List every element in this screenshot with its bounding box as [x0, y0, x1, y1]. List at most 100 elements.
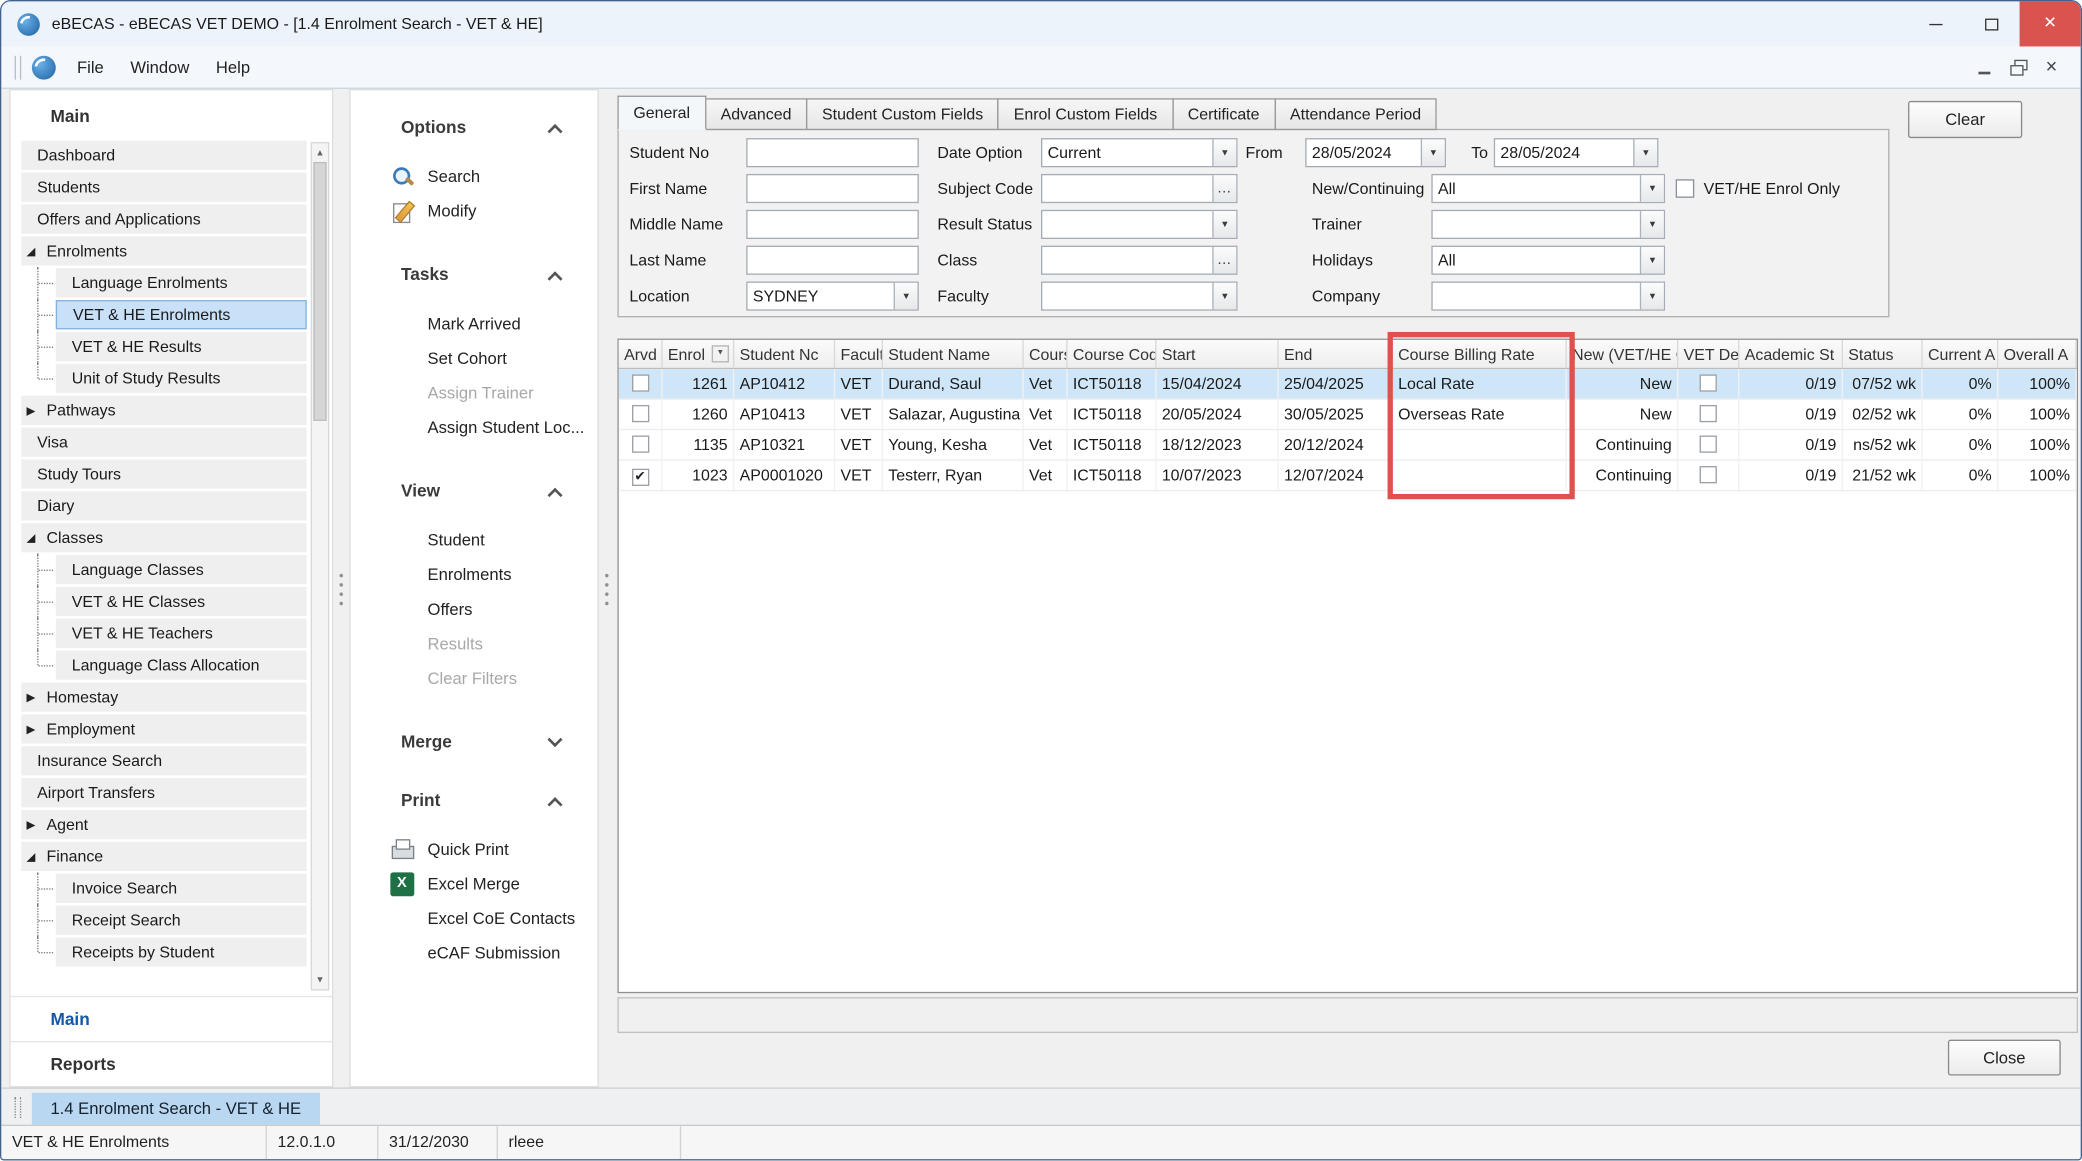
tabstrip-grip[interactable] — [15, 1097, 22, 1118]
grid-row-3[interactable]: 1135AP10321VETYoung, KeshaVetICT5011818/… — [619, 430, 2077, 461]
tab-general[interactable]: General — [617, 96, 706, 131]
splitter-actions[interactable] — [599, 89, 615, 1088]
tab-student-custom-fields[interactable]: Student Custom Fields — [806, 98, 999, 130]
tree-item-language-enrolments[interactable]: Language Enrolments — [21, 267, 306, 299]
action-student[interactable]: Student — [351, 523, 598, 558]
date-option-select[interactable]: Current▼ — [1041, 138, 1238, 167]
scrollbar-track[interactable] — [312, 162, 328, 971]
dropdown-arrow-icon[interactable]: ▼ — [1640, 175, 1664, 202]
grid-row-4[interactable]: ✔1023AP0001020VETTesterr, RyanVetICT5011… — [619, 461, 2077, 492]
first-name-input[interactable] — [746, 174, 919, 203]
arrived-checkbox[interactable] — [631, 405, 648, 422]
tree-item-receipt-search[interactable]: Receipt Search — [21, 904, 306, 936]
dropdown-arrow-icon[interactable]: ▼ — [894, 283, 918, 310]
scrollbar-thumb[interactable] — [313, 162, 326, 421]
tree-item-insurance-search[interactable]: Insurance Search — [21, 745, 306, 777]
menu-window[interactable]: Window — [117, 51, 203, 83]
scroll-up-icon[interactable]: ▲ — [312, 143, 328, 162]
grid-row-1[interactable]: 1261AP10412VETDurand, SaulVetICT5011815/… — [619, 369, 2077, 400]
column-header-current[interactable]: Current A — [1923, 340, 1999, 368]
mdi-restore-button[interactable] — [2008, 56, 2029, 77]
collapse-icon[interactable]: ◢ — [27, 849, 47, 864]
mdi-minimize-button[interactable] — [1974, 56, 1995, 77]
section-merge[interactable]: Merge — [351, 732, 598, 759]
section-view[interactable]: View — [351, 481, 598, 508]
action-mark-arrived[interactable]: Mark Arrived — [351, 307, 598, 342]
tab-certificate[interactable]: Certificate — [1172, 98, 1276, 130]
tree-item-agent[interactable]: ▶Agent — [21, 809, 306, 841]
scroll-down-icon[interactable]: ▼ — [312, 971, 328, 990]
column-header-billing[interactable]: Course Billing Rate — [1393, 340, 1567, 368]
action-modify[interactable]: Modify — [351, 194, 598, 229]
column-header-new_cont[interactable]: New (VET/HE C — [1567, 340, 1679, 368]
splitter-sidebar[interactable] — [333, 89, 349, 1088]
dropdown-arrow-icon[interactable]: ▼ — [1212, 139, 1236, 166]
to-date-select[interactable]: 28/05/2024▼ — [1494, 138, 1659, 167]
column-header-course_code[interactable]: Course Cod — [1068, 340, 1157, 368]
dropdown-arrow-icon[interactable]: ▼ — [1640, 283, 1664, 310]
section-print[interactable]: Print — [351, 790, 598, 817]
dropdown-arrow-icon[interactable]: ▼ — [1421, 139, 1445, 166]
column-header-arvd[interactable]: Arvd — [619, 340, 663, 368]
sidebar-section-reports[interactable]: Reports — [11, 1041, 332, 1086]
dropdown-arrow-icon[interactable]: ▼ — [1633, 139, 1657, 166]
clear-button[interactable]: Clear — [1908, 101, 2022, 138]
collapse-icon[interactable]: ◢ — [27, 244, 47, 259]
middle-name-input[interactable] — [746, 210, 919, 239]
tree-item-unit-of-study-results[interactable]: Unit of Study Results — [21, 362, 306, 394]
menu-file[interactable]: File — [64, 51, 117, 83]
section-tasks[interactable]: Tasks — [351, 264, 598, 291]
tab-advanced[interactable]: Advanced — [705, 98, 808, 130]
tree-item-airport-transfers[interactable]: Airport Transfers — [21, 777, 306, 809]
tree-item-pathways[interactable]: ▶Pathways — [21, 394, 306, 426]
menubar-grip[interactable] — [15, 55, 22, 79]
action-excel-coe-contacts[interactable]: Excel CoE Contacts — [351, 902, 598, 937]
tree-item-offers-and-applications[interactable]: Offers and Applications — [21, 203, 306, 235]
tree-item-language-class-allocation[interactable]: Language Class Allocation — [21, 649, 306, 681]
tab-enrol-custom-fields[interactable]: Enrol Custom Fields — [998, 98, 1173, 130]
action-set-cohort[interactable]: Set Cohort — [351, 341, 598, 376]
vet-details-checkbox[interactable] — [1700, 466, 1717, 483]
column-header-student_no[interactable]: Student Nc — [734, 340, 835, 368]
column-filter-dropdown-icon[interactable]: ▼ — [712, 345, 729, 362]
column-header-overall[interactable]: Overall A — [1998, 340, 2076, 368]
tree-item-study-tours[interactable]: Study Tours — [21, 458, 306, 490]
subject-code-input[interactable]: … — [1041, 174, 1238, 203]
vet-details-checkbox[interactable] — [1700, 436, 1717, 453]
sidebar-scrollbar[interactable]: ▲ ▼ — [311, 142, 330, 990]
column-header-course[interactable]: Cours — [1024, 340, 1068, 368]
expand-icon[interactable]: ▶ — [27, 817, 47, 832]
location-select[interactable]: SYDNEY▼ — [746, 281, 919, 310]
tree-item-dashboard[interactable]: Dashboard — [21, 139, 306, 171]
vet-details-checkbox[interactable] — [1700, 374, 1717, 391]
action-ecaf-submission[interactable]: eCAF Submission — [351, 936, 598, 971]
tree-item-classes[interactable]: ◢Classes — [21, 522, 306, 554]
last-name-input[interactable] — [746, 246, 919, 275]
collapse-icon[interactable]: ◢ — [27, 530, 47, 545]
column-header-academic[interactable]: Academic St — [1739, 340, 1843, 368]
new-continuing-select[interactable]: All▼ — [1431, 174, 1665, 203]
tree-item-enrolments[interactable]: ◢Enrolments — [21, 235, 306, 267]
grid-row-2[interactable]: 1260AP10413VETSalazar, AugustinaVetICT50… — [619, 400, 2077, 431]
tree-item-vet-he-results[interactable]: VET & HE Results — [21, 331, 306, 363]
expand-icon[interactable]: ▶ — [27, 722, 47, 737]
maximize-button[interactable] — [1964, 1, 2020, 46]
dropdown-arrow-icon[interactable]: ▼ — [1640, 211, 1664, 238]
section-options[interactable]: Options — [351, 117, 598, 144]
lookup-ellipsis-button[interactable]: … — [1212, 247, 1236, 274]
column-header-faculty[interactable]: Facult — [835, 340, 883, 368]
tree-item-language-classes[interactable]: Language Classes — [21, 554, 306, 586]
company-select[interactable]: ▼ — [1431, 281, 1665, 310]
document-tab[interactable]: 1.4 Enrolment Search - VET & HE — [32, 1093, 320, 1125]
action-enrolments[interactable]: Enrolments — [351, 558, 598, 593]
arrived-checkbox[interactable] — [631, 374, 648, 391]
tree-item-employment[interactable]: ▶Employment — [21, 713, 306, 745]
tree-item-diary[interactable]: Diary — [21, 490, 306, 522]
tree-item-receipts-by-student[interactable]: Receipts by Student — [21, 936, 306, 968]
tree-item-finance[interactable]: ◢Finance — [21, 840, 306, 872]
close-button[interactable]: Close — [1948, 1040, 2061, 1076]
column-header-vet_det[interactable]: VET Det — [1678, 340, 1739, 368]
action-search[interactable]: Search — [351, 159, 598, 194]
minimize-button[interactable] — [1908, 1, 1964, 46]
expand-icon[interactable]: ▶ — [27, 403, 47, 418]
